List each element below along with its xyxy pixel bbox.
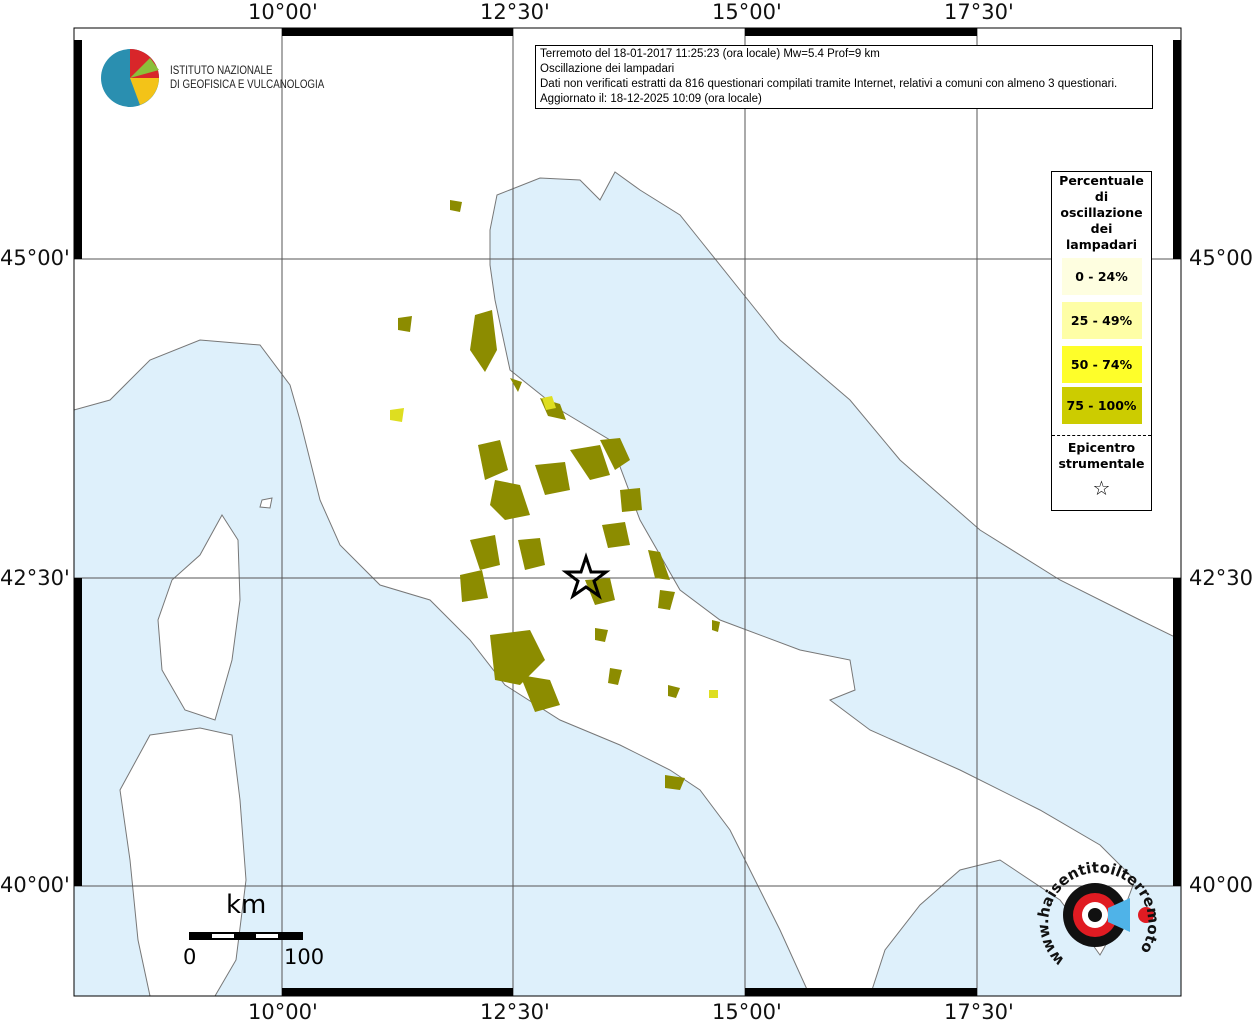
event-title: Terremoto del 18-01-2017 11:25:23 (ora l… <box>540 48 880 60</box>
event-info-box: Terremoto del 18-01-2017 11:25:23 (ora l… <box>535 45 1153 109</box>
legend-epicenter-line: strumentale <box>1058 456 1145 471</box>
legend-divider <box>1052 435 1151 436</box>
lat-label-left-42-30: 42°30' <box>0 566 70 590</box>
lat-label-right-42-30: 42°30' <box>1189 566 1254 590</box>
legend-title-line: Percentuale <box>1059 173 1144 188</box>
legend-title-line: lampadari <box>1066 237 1137 252</box>
ingv-logo-line2: DI GEOFISICA E VULCANOLOGIA <box>170 79 325 91</box>
lon-label-bottom-10: 10°00' <box>248 1000 318 1024</box>
ingv-logo-line1: ISTITUTO NAZIONALE <box>170 65 273 77</box>
map-subject: Oscillazione dei lampadari <box>540 63 675 75</box>
legend-title: Percentuale di oscillazione dei lampadar… <box>1052 173 1151 253</box>
lat-label-right-45: 45°00' <box>1189 246 1254 270</box>
legend-epicenter-label: Epicentro strumentale <box>1052 440 1151 472</box>
lon-label-top-10: 10°00' <box>248 0 318 24</box>
ingv-logo-globe <box>101 49 159 107</box>
data-note: Dati non verificati estratti da 816 ques… <box>540 78 1118 90</box>
lat-label-left-40: 40°00' <box>0 873 70 897</box>
lon-label-top-17-30: 17°30' <box>944 0 1014 24</box>
legend-title-line: di <box>1094 189 1109 204</box>
legend-class-0-24: 0 - 24% <box>1061 258 1142 295</box>
updated-timestamp: Aggiornato il: 18-12-2025 10:09 (ora loc… <box>540 93 762 105</box>
legend-star-icon: ☆ <box>1092 476 1111 500</box>
legend: Percentuale di oscillazione dei lampadar… <box>1051 171 1152 511</box>
map-canvas: www.haisentitoilterremoto.it <box>0 0 1182 997</box>
scale-start: 0 <box>183 945 197 969</box>
legend-title-line: oscillazione <box>1060 205 1143 220</box>
scale-bar <box>189 932 303 940</box>
scale-unit: km <box>226 890 267 920</box>
lon-label-top-15: 15°00' <box>712 0 782 24</box>
legend-class-50-74: 50 - 74% <box>1061 346 1142 383</box>
legend-epicenter-line: Epicentro <box>1067 440 1136 455</box>
lon-label-bottom-17-30: 17°30' <box>944 1000 1014 1024</box>
legend-class-75-100: 75 - 100% <box>1061 387 1142 424</box>
lon-label-top-12-30: 12°30' <box>480 0 550 24</box>
ingv-logo-text: ISTITUTO NAZIONALE DI GEOFISICA E VULCAN… <box>170 64 324 92</box>
lat-label-left-45: 45°00' <box>0 246 70 270</box>
lon-label-bottom-12-30: 12°30' <box>480 1000 550 1024</box>
scale-end: 100 <box>284 945 325 969</box>
legend-class-25-49: 25 - 49% <box>1061 302 1142 339</box>
lon-label-bottom-15: 15°00' <box>712 1000 782 1024</box>
legend-title-line: dei <box>1090 221 1113 236</box>
lat-label-right-40: 40°00' <box>1189 873 1254 897</box>
